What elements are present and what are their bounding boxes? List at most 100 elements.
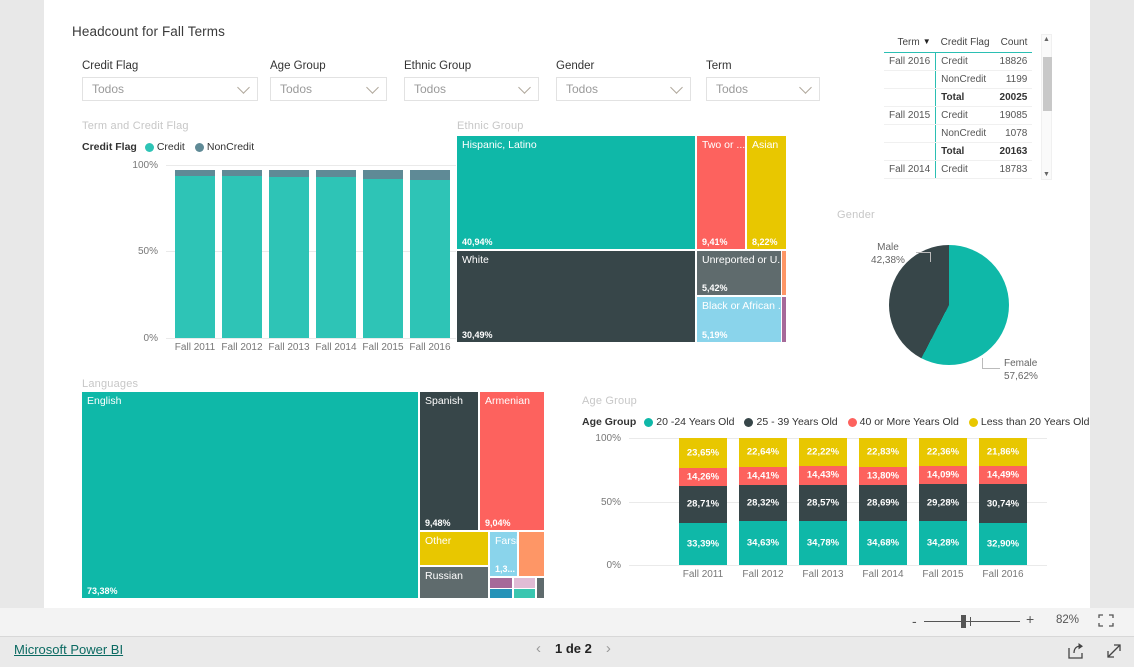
table-row[interactable]: NonCredit 1199 — [884, 70, 1033, 89]
bar-fall-2011[interactable]: 23,65% 14,26% 28,71% 33,39% — [679, 438, 727, 565]
tile-value: 30,49% — [462, 330, 493, 340]
bar-segment-label: 32,90% — [986, 538, 1020, 550]
bar-fall-2011[interactable] — [175, 170, 215, 338]
slicer-dropdown[interactable]: Todos — [706, 77, 820, 101]
pie-slice-value: 57,62% — [1004, 370, 1038, 382]
bar-fall-2015[interactable] — [363, 170, 403, 338]
treemap-tile-unreported[interactable]: Unreported or U... 5,42% — [697, 251, 781, 295]
zoom-bar-background — [0, 608, 900, 636]
legend-label: 40 or More Years Old — [859, 416, 959, 428]
scroll-down-icon[interactable]: ▼ — [1042, 171, 1051, 178]
table-scrollbar[interactable]: ▲ ▼ — [1041, 34, 1052, 180]
bar-segment-label: 14,49% — [986, 469, 1020, 481]
treemap-tile-farsi[interactable]: Farsi 1,3... — [490, 532, 517, 576]
treemap-tile-other-small-1[interactable] — [782, 251, 786, 295]
bar-segment-less-than-20: 22,83% — [859, 438, 907, 467]
bar-segment-label: 13,80% — [866, 470, 900, 482]
legend-item-40-plus[interactable]: 40 or More Years Old — [847, 416, 959, 428]
table-row[interactable]: NonCredit 1078 — [884, 124, 1033, 143]
bar-fall-2014[interactable] — [316, 170, 356, 338]
zoom-out-button[interactable]: - — [912, 613, 917, 629]
treemap-tile-other[interactable]: Other — [420, 532, 488, 565]
table-row-total[interactable]: Total 20163 — [884, 142, 1033, 161]
treemap-tile-small-1[interactable] — [519, 532, 544, 576]
cell-credit-flag: Credit — [935, 160, 995, 179]
bar-fall-2015[interactable]: 22,36% 14,09% 29,28% 34,28% — [919, 438, 967, 565]
filter-sort-icon[interactable]: ▼ — [923, 37, 931, 46]
scrollbar-thumb[interactable] — [1043, 57, 1052, 111]
bar-fall-2014[interactable]: 22,83% 13,80% 28,69% 34,68% — [859, 438, 907, 565]
table-row[interactable]: Fall 2014 Credit 18783 — [884, 160, 1033, 179]
zoom-in-button[interactable]: + — [1026, 611, 1034, 627]
visual-title: Ethnic Group — [457, 120, 524, 132]
column-header-count[interactable]: Count — [994, 34, 1033, 53]
legend-item-credit[interactable]: Credit — [144, 141, 185, 153]
bar-fall-2016[interactable]: 21,86% 14,49% 30,74% 32,90% — [979, 438, 1027, 565]
treemap-tile-small-5[interactable] — [514, 589, 535, 598]
legend-label: Less than 20 Years Old — [980, 416, 1090, 428]
slicer-dropdown[interactable]: Todos — [82, 77, 258, 101]
legend: Age Group 20 -24 Years Old 25 - 39 Years… — [582, 416, 1095, 428]
slicer-value: Todos — [414, 82, 447, 96]
table-row-total[interactable]: Total 20025 — [884, 88, 1033, 107]
slicer-dropdown[interactable]: Todos — [404, 77, 539, 101]
bar-segment-credit — [410, 180, 450, 338]
legend-swatch-icon — [744, 417, 754, 427]
y-axis-tick: 100% — [595, 433, 621, 444]
bar-fall-2012[interactable] — [222, 170, 262, 338]
treemap-tile-small-4[interactable] — [490, 589, 512, 598]
bar-fall-2012[interactable]: 22,64% 14,41% 28,32% 34,63% — [739, 438, 787, 565]
treemap-tile-armenian[interactable]: Armenian 9,04% — [480, 392, 544, 530]
bar-fall-2013[interactable] — [269, 170, 309, 338]
table-row[interactable]: Fall 2015 Credit 19085 — [884, 106, 1033, 125]
cell-credit-flag: Credit — [935, 106, 995, 125]
legend-item-25-39[interactable]: 25 - 39 Years Old — [744, 416, 838, 428]
treemap-tile-english[interactable]: English 73,38% — [82, 392, 418, 598]
slicer-dropdown[interactable]: Todos — [556, 77, 691, 101]
treemap-tile-small-6[interactable] — [537, 578, 544, 598]
table-row[interactable]: Fall 2016 Credit 18826 — [884, 52, 1033, 71]
slicer-label: Ethnic Group — [404, 60, 472, 72]
column-header-term[interactable]: Term ▼ — [884, 34, 936, 53]
chevron-left-icon[interactable]: ‹ — [536, 640, 541, 657]
tile-value: 1,3... — [495, 564, 516, 574]
treemap-tile-hispanic-latino[interactable]: Hispanic, Latino 40,94% — [457, 136, 695, 249]
treemap-tile-two-or-more[interactable]: Two or ... 9,41% — [697, 136, 745, 249]
tile-label: Unreported or U... — [702, 254, 781, 266]
bar-segment-label: 29,28% — [926, 497, 960, 509]
scroll-up-icon[interactable]: ▲ — [1042, 36, 1051, 43]
legend-item-less-than-20[interactable]: Less than 20 Years Old — [968, 416, 1090, 428]
treemap-tile-other-small-2[interactable] — [782, 297, 786, 342]
treemap-tile-asian[interactable]: Asian 8,22% — [747, 136, 786, 249]
zoom-slider-thumb[interactable] — [961, 615, 966, 628]
legend-item-20-24[interactable]: 20 -24 Years Old — [644, 416, 734, 428]
treemap-tile-small-2[interactable] — [490, 578, 512, 588]
bar-segment-label: 14,43% — [806, 469, 840, 481]
column-header-credit-flag[interactable]: Credit Flag — [935, 34, 995, 53]
bar-segment-label: 22,22% — [806, 446, 840, 458]
legend-item-noncredit[interactable]: NonCredit — [194, 141, 254, 153]
bar-segment-label: 14,26% — [686, 471, 720, 483]
treemap-tile-small-3[interactable] — [514, 578, 535, 588]
powerbi-brand-link[interactable]: Microsoft Power BI — [14, 642, 123, 657]
treemap-tile-russian[interactable]: Russian — [420, 567, 488, 598]
chevron-right-icon[interactable]: › — [606, 640, 611, 657]
bar-segment-credit — [363, 178, 403, 338]
treemap-tile-white[interactable]: White 30,49% — [457, 251, 695, 342]
bar-fall-2013[interactable]: 22,22% 14,43% 28,57% 34,78% — [799, 438, 847, 565]
y-axis-tick: 50% — [137, 246, 158, 257]
bar-segment-noncredit — [410, 170, 450, 181]
bar-fall-2016[interactable] — [410, 170, 450, 338]
pie-callout-female: Female 57,62% — [1004, 358, 1064, 383]
legend-title: Credit Flag — [82, 141, 137, 153]
treemap-tile-spanish[interactable]: Spanish 9,48% — [420, 392, 478, 530]
share-icon[interactable] — [1066, 641, 1086, 661]
fullscreen-icon[interactable] — [1104, 641, 1124, 661]
cell-term: Fall 2014 — [884, 160, 936, 179]
slicer-dropdown[interactable]: Todos — [270, 77, 387, 101]
zoom-slider-track[interactable] — [924, 621, 1020, 622]
chevron-down-icon — [518, 81, 531, 94]
bar-segment-less-than-20: 22,22% — [799, 438, 847, 467]
fit-to-page-icon[interactable] — [1098, 614, 1114, 627]
treemap-tile-black-or-african[interactable]: Black or African ... 5,19% — [697, 297, 781, 342]
